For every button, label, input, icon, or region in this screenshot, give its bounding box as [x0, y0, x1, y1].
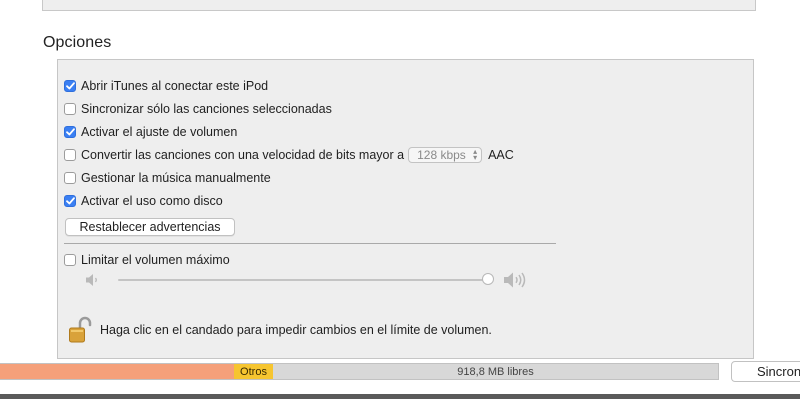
speaker-low-icon	[84, 272, 102, 293]
bitrate-select[interactable]: 128 kbps ▴ ▾	[408, 147, 483, 163]
storage-free-label: 918,8 MB libres	[457, 365, 534, 378]
option-volume-adjust[interactable]: Activar el ajuste de volumen	[64, 124, 237, 140]
option-label: Convertir las canciones con una velocida…	[81, 148, 405, 162]
reset-warnings-button[interactable]: Restablecer advertencias	[65, 218, 235, 236]
chevron-up-down-icon: ▴ ▾	[473, 147, 478, 162]
storage-other-label: Otros	[240, 365, 267, 378]
volume-lock-row: Haga clic en el candado para impedir cam…	[68, 316, 492, 344]
checkbox[interactable]	[64, 126, 76, 138]
option-label: Activar el ajuste de volumen	[81, 125, 238, 139]
storage-segment-other: Otros	[234, 364, 273, 379]
option-label: Abrir iTunes al conectar este iPod	[81, 79, 269, 93]
checkbox[interactable]	[64, 172, 76, 184]
previous-section-panel	[42, 0, 756, 11]
option-manual-music[interactable]: Gestionar la música manualmente	[64, 170, 271, 186]
speaker-high-icon	[502, 270, 530, 295]
option-label: Activar el uso como disco	[81, 194, 223, 208]
lock-hint-text: Haga clic en el candado para impedir cam…	[100, 323, 492, 337]
window-bottom-edge	[0, 394, 800, 399]
divider	[64, 243, 556, 244]
option-convert-bitrate[interactable]: Convertir las canciones con una velocida…	[64, 147, 514, 163]
bitrate-format: AAC	[488, 148, 514, 162]
padlock-open-icon[interactable]	[68, 316, 92, 344]
storage-bar: Otros 918,8 MB libres	[0, 363, 719, 380]
volume-slider-knob[interactable]	[482, 273, 494, 285]
storage-segment-audio	[0, 364, 234, 379]
option-open-itunes[interactable]: Abrir iTunes al conectar este iPod	[64, 78, 268, 94]
checkbox[interactable]	[64, 195, 76, 207]
checkbox[interactable]	[64, 103, 76, 115]
bitrate-value: 128 kbps	[417, 148, 466, 162]
checkbox[interactable]	[64, 149, 76, 161]
ipod-summary-page: Opciones Abrir iTunes al conectar este i…	[0, 0, 800, 399]
option-volume-limit[interactable]: Limitar el volumen máximo	[64, 252, 230, 268]
option-disk-use[interactable]: Activar el uso como disco	[64, 193, 223, 209]
option-sync-selected[interactable]: Sincronizar sólo las canciones seleccion…	[64, 101, 332, 117]
volume-slider-row	[84, 268, 534, 292]
option-label: Gestionar la música manualmente	[81, 171, 271, 185]
section-title: Opciones	[43, 34, 112, 51]
checkbox[interactable]	[64, 80, 76, 92]
volume-slider-track[interactable]	[118, 279, 490, 281]
checkbox[interactable]	[64, 254, 76, 266]
option-label: Sincronizar sólo las canciones seleccion…	[81, 102, 332, 116]
option-label: Limitar el volumen máximo	[81, 253, 230, 267]
sync-button[interactable]: Sincronizar	[731, 361, 800, 382]
